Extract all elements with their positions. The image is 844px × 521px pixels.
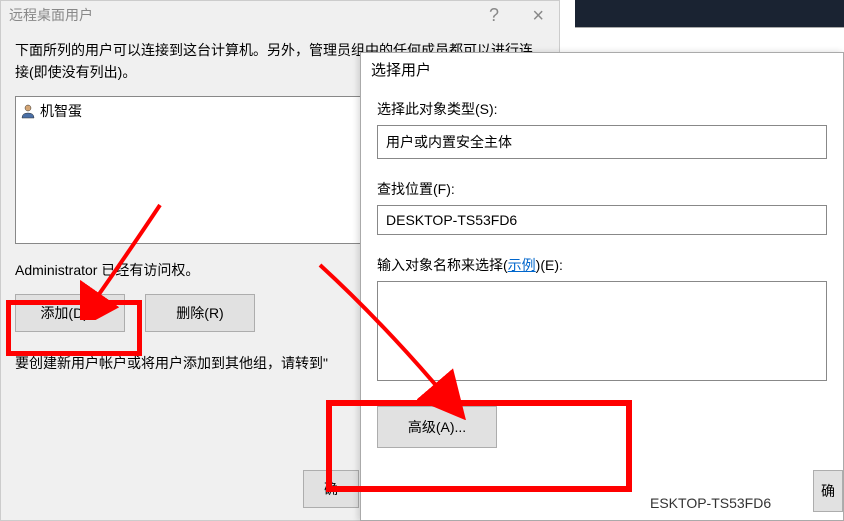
- user-name: 机智蛋: [40, 101, 82, 121]
- ok-button[interactable]: 确: [303, 470, 359, 508]
- object-name-input[interactable]: [377, 281, 827, 381]
- object-name-label: 输入对象名称来选择(示例)(E):: [377, 255, 827, 275]
- advanced-button[interactable]: 高级(A)...: [377, 406, 497, 448]
- location-label: 查找位置(F):: [377, 179, 827, 199]
- user-icon: [20, 103, 36, 119]
- confirm-button[interactable]: 确: [813, 470, 843, 512]
- delete-button[interactable]: 删除(R): [145, 294, 255, 332]
- help-icon[interactable]: ?: [489, 5, 499, 26]
- location-field[interactable]: DESKTOP-TS53FD6: [377, 205, 827, 235]
- advanced-row: 高级(A)...: [377, 406, 827, 448]
- right-titlebar: 选择用户: [361, 53, 843, 85]
- add-button[interactable]: 添加(D)...: [15, 294, 125, 332]
- bottom-desktop-text: ESKTOP-TS53FD6: [650, 495, 771, 511]
- left-titlebar: 远程桌面用户 ? ×: [1, 1, 559, 29]
- object-type-label: 选择此对象类型(S):: [377, 99, 827, 119]
- right-dialog-body: 选择此对象类型(S): 用户或内置安全主体 查找位置(F): DESKTOP-T…: [361, 85, 843, 462]
- object-type-field[interactable]: 用户或内置安全主体: [377, 125, 827, 159]
- example-link[interactable]: 示例: [508, 257, 536, 273]
- select-users-dialog: 选择用户 选择此对象类型(S): 用户或内置安全主体 查找位置(F): DESK…: [360, 52, 844, 521]
- left-dialog-title: 远程桌面用户: [9, 5, 93, 25]
- top-dark-strip: [575, 0, 844, 28]
- close-icon[interactable]: ×: [532, 5, 544, 28]
- ok-button-row: 确: [303, 470, 359, 508]
- right-dialog-title: 选择用户: [371, 59, 431, 80]
